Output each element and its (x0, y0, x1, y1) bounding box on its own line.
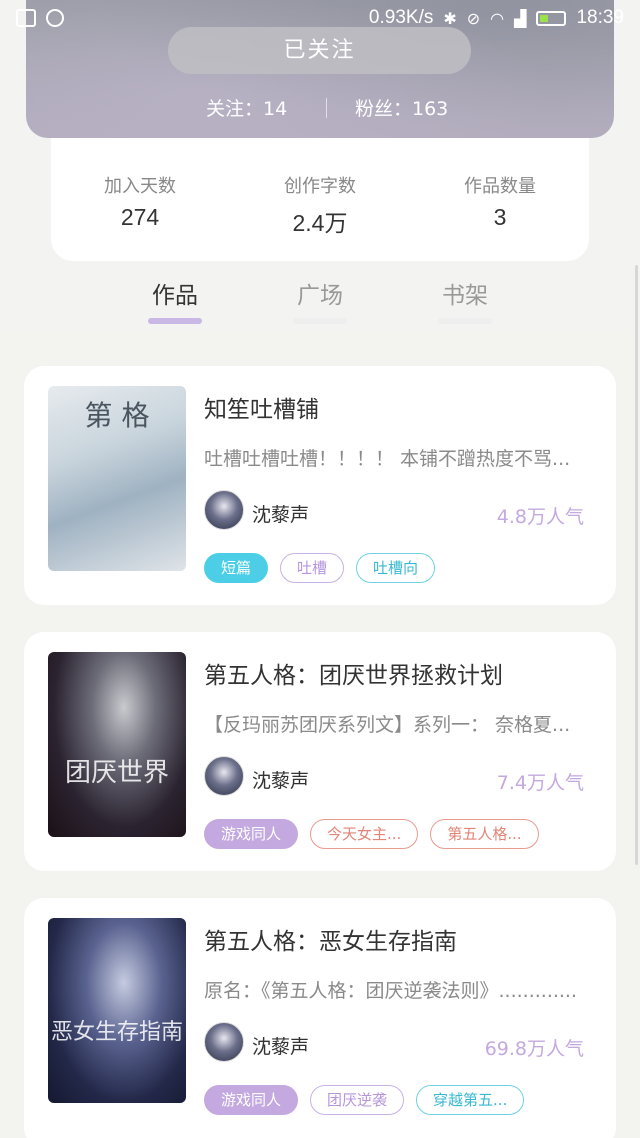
book-card[interactable]: 第 格 知笙吐槽铺 吐槽吐槽吐槽！！！！ 本铺不蹭热度不骂... 沈藜声 4.8… (24, 366, 616, 605)
network-speed: 0.93K/s (368, 7, 434, 28)
stat-value: 3 (493, 204, 507, 230)
author-name[interactable]: 沈藜声 (252, 766, 309, 793)
tab-bar: 作品 广场 书架 (0, 276, 640, 332)
tag[interactable]: 吐槽 (280, 553, 345, 583)
stat-value: 2.4万 (292, 210, 348, 236)
cover-title: 团厌世界 (64, 758, 169, 788)
tab-indicator (438, 318, 492, 324)
book-title[interactable]: 第五人格：恶女生存指南 (204, 922, 457, 956)
tag[interactable]: 第五人格... (430, 819, 539, 849)
book-cover[interactable]: 恶女生存指南 (48, 918, 186, 1103)
stat-label: 加入天数 (104, 176, 176, 197)
wifi-icon: ◠ (490, 8, 505, 28)
battery-icon (536, 10, 567, 26)
avatar[interactable] (204, 490, 244, 530)
book-card[interactable]: 团厌世界 第五人格：团厌世界拯救计划 【反玛丽苏团厌系列文】系列一： 奈格夏..… (24, 632, 616, 871)
follow-button[interactable]: 已关注 (168, 27, 471, 74)
stat-label: 作品数量 (464, 176, 536, 197)
tab-bookshelf[interactable]: 书架 (415, 276, 515, 324)
avatar[interactable] (204, 1022, 244, 1062)
stat-works-count: 作品数量 3 (420, 172, 580, 231)
tab-label: 作品 (152, 283, 198, 309)
tab-label: 书架 (442, 283, 488, 309)
stat-word-count: 创作字数 2.4万 (240, 172, 400, 238)
tag[interactable]: 今天女主... (310, 819, 419, 849)
tab-label: 广场 (297, 283, 343, 309)
popularity-count: 4.8万人气 (496, 506, 584, 528)
author-stats-card: 加入天数 274 创作字数 2.4万 作品数量 3 (51, 138, 589, 261)
tab-plaza[interactable]: 广场 (270, 276, 370, 324)
follow-divider (326, 98, 327, 118)
book-description: 【反玛丽苏团厌系列文】系列一： 奈格夏... (204, 714, 571, 736)
app-notification-icon (46, 9, 64, 27)
tag[interactable]: 游戏同人 (204, 1085, 299, 1115)
tag-list: 游戏同人 团厌逆袭 穿越第五... (204, 1085, 525, 1115)
tab-indicator (293, 318, 347, 324)
tag[interactable]: 短篇 (204, 553, 269, 583)
stat-join-days: 加入天数 274 (60, 172, 220, 231)
avatar[interactable] (204, 756, 244, 796)
tab-indicator (148, 318, 202, 324)
book-title[interactable]: 第五人格：团厌世界拯救计划 (204, 656, 503, 690)
bluetooth-icon: ✱ (443, 8, 457, 28)
tag[interactable]: 游戏同人 (204, 819, 299, 849)
tag[interactable]: 团厌逆袭 (310, 1085, 405, 1115)
following-count[interactable]: 关注：14 (206, 94, 287, 121)
popularity-count: 69.8万人气 (484, 1038, 584, 1060)
mute-icon: ⊘ (466, 8, 481, 28)
scrollbar[interactable] (635, 265, 638, 865)
book-title[interactable]: 知笙吐槽铺 (204, 390, 319, 424)
cover-title: 恶女生存指南 (50, 1020, 183, 1045)
book-description: 原名：《第五人格：团厌逆袭法则》............. (204, 980, 578, 1002)
cover-title: 第 格 (84, 399, 150, 432)
book-cover[interactable]: 第 格 (48, 386, 186, 571)
book-description: 吐槽吐槽吐槽！！！！ 本铺不蹭热度不骂... (204, 448, 571, 470)
followers-count[interactable]: 粉丝：163 (355, 94, 448, 121)
follow-stats: 关注：14 粉丝：163 (0, 94, 640, 122)
stat-label: 创作字数 (284, 176, 356, 197)
tag-list: 游戏同人 今天女主... 第五人格... (204, 819, 539, 849)
gallery-notification-icon (16, 9, 36, 27)
clock: 18:39 (576, 7, 624, 28)
tag-list: 短篇 吐槽 吐槽向 (204, 553, 436, 583)
author-name[interactable]: 沈藜声 (252, 1032, 309, 1059)
signal-icon: ▟ (514, 8, 527, 28)
popularity-count: 7.4万人气 (496, 772, 584, 794)
tag[interactable]: 穿越第五... (416, 1085, 525, 1115)
author-name[interactable]: 沈藜声 (252, 500, 309, 527)
stat-value: 274 (120, 204, 160, 230)
tag[interactable]: 吐槽向 (356, 553, 436, 583)
book-card[interactable]: 恶女生存指南 第五人格：恶女生存指南 原名：《第五人格：团厌逆袭法则》.....… (24, 898, 616, 1138)
tab-works[interactable]: 作品 (125, 276, 225, 324)
book-cover[interactable]: 团厌世界 (48, 652, 186, 837)
